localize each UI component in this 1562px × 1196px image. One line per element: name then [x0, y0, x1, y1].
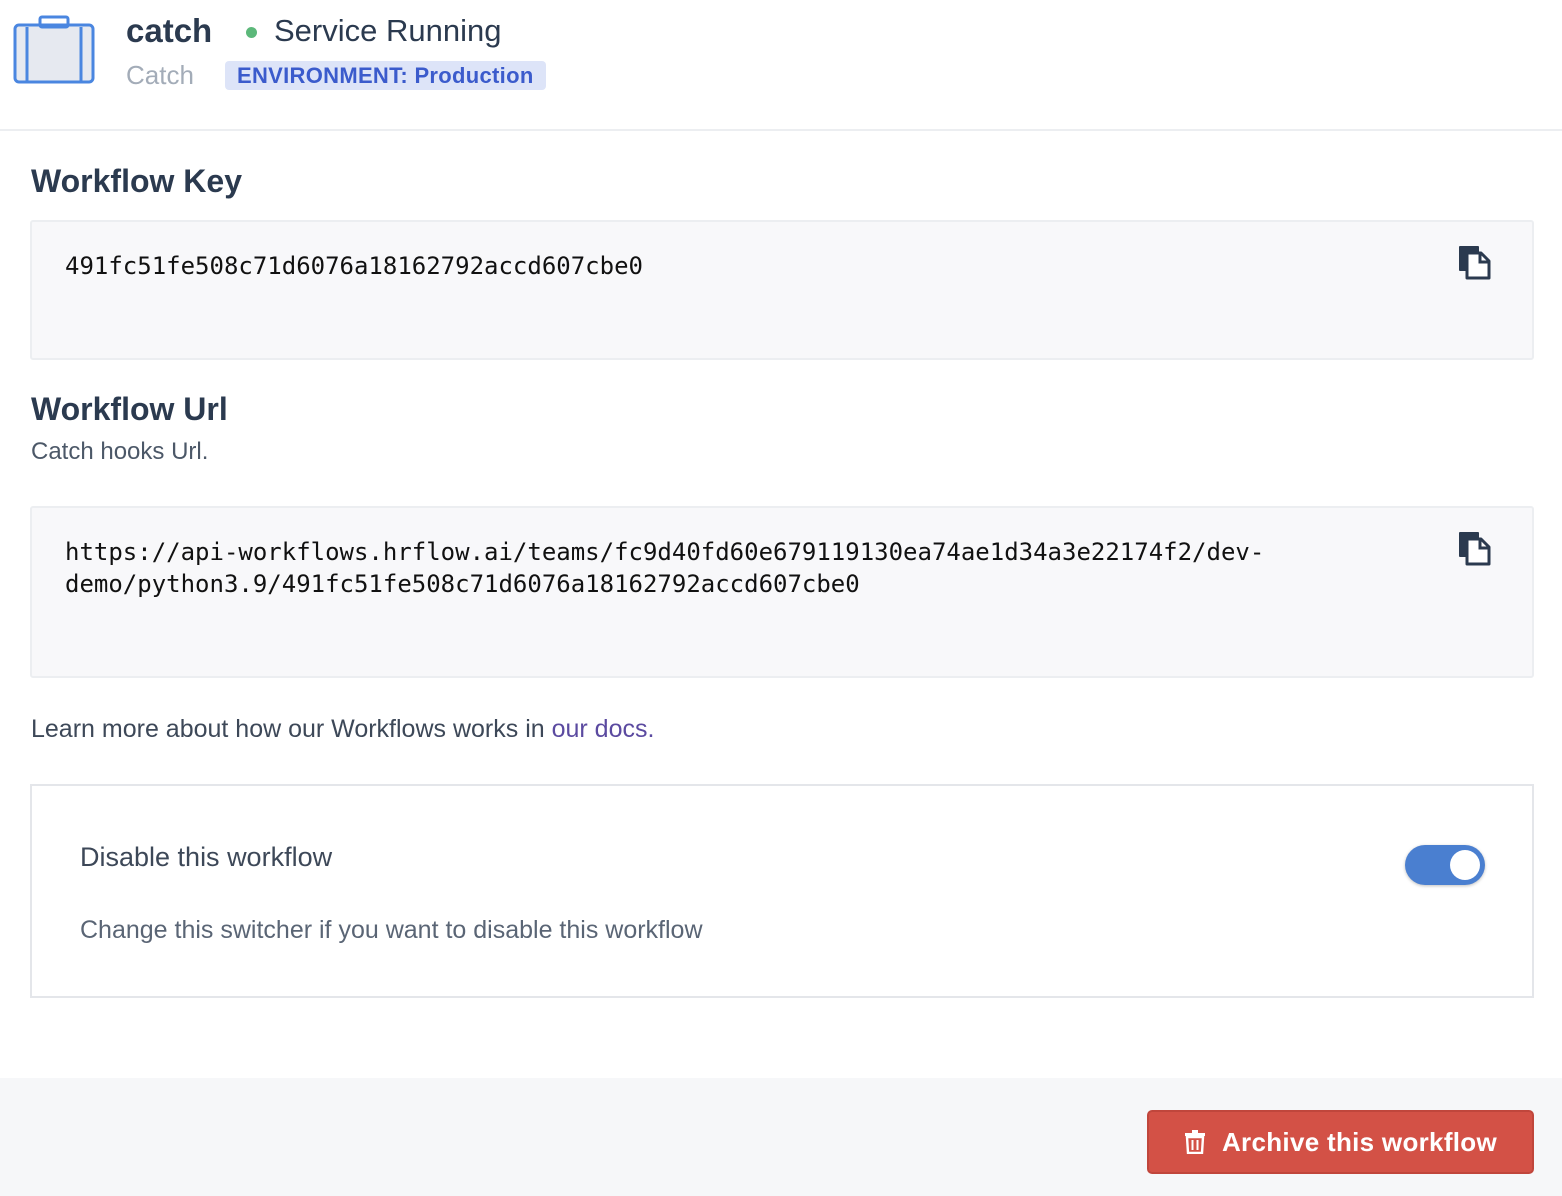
disable-workflow-card: Disable this workflow Change this switch… — [30, 784, 1534, 998]
workflow-url-box: https://api-workflows.hrflow.ai/teams/fc… — [30, 506, 1534, 678]
workflow-url-title: Workflow Url — [31, 391, 228, 427]
workflow-type: Catch — [126, 60, 194, 90]
archive-button-label: Archive this workflow — [1221, 1126, 1498, 1157]
archive-workflow-button[interactable]: Archive this workflow — [1147, 1110, 1534, 1174]
trash-icon — [1184, 1130, 1205, 1154]
workflow-key-value[interactable]: 491fc51fe508c71d6076a18162792accd607cbe0 — [65, 250, 643, 282]
workflow-url-line-2: demo/python3.9/491fc51fe508c71d6076a1816… — [65, 570, 860, 598]
workflow-key-box: 491fc51fe508c71d6076a18162792accd607cbe0 — [30, 220, 1534, 360]
disable-workflow-toggle[interactable] — [1405, 845, 1485, 885]
disable-workflow-title: Disable this workflow — [80, 842, 333, 872]
status-dot-icon — [246, 26, 257, 38]
workflow-header: catch Service Running Catch ENVIRONMENT:… — [0, 0, 1562, 131]
workflow-key-title: Workflow Key — [31, 163, 242, 199]
workflow-url-value[interactable]: https://api-workflows.hrflow.ai/teams/fc… — [65, 536, 1264, 600]
toggle-knob — [1450, 850, 1480, 880]
workflow-url-subtitle: Catch hooks Url. — [31, 438, 209, 465]
copy-icon[interactable] — [1456, 530, 1492, 566]
footer-bar: Archive this workflow — [0, 1078, 1562, 1196]
workflow-url-line-1: https://api-workflows.hrflow.ai/teams/fc… — [65, 538, 1265, 566]
copy-icon[interactable] — [1456, 244, 1492, 280]
disable-workflow-description: Change this switcher if you want to disa… — [80, 916, 703, 944]
environment-badge: ENVIRONMENT: Production — [225, 61, 546, 90]
status-indicator: Service Running — [246, 13, 501, 49]
docs-prefix: Learn more about how our Workflows works… — [31, 715, 552, 743]
briefcase-icon — [13, 15, 95, 84]
status-text: Service Running — [274, 13, 502, 48]
docs-line: Learn more about how our Workflows works… — [31, 715, 654, 744]
docs-link[interactable]: our docs. — [552, 715, 655, 743]
workflow-name: catch — [126, 12, 213, 49]
